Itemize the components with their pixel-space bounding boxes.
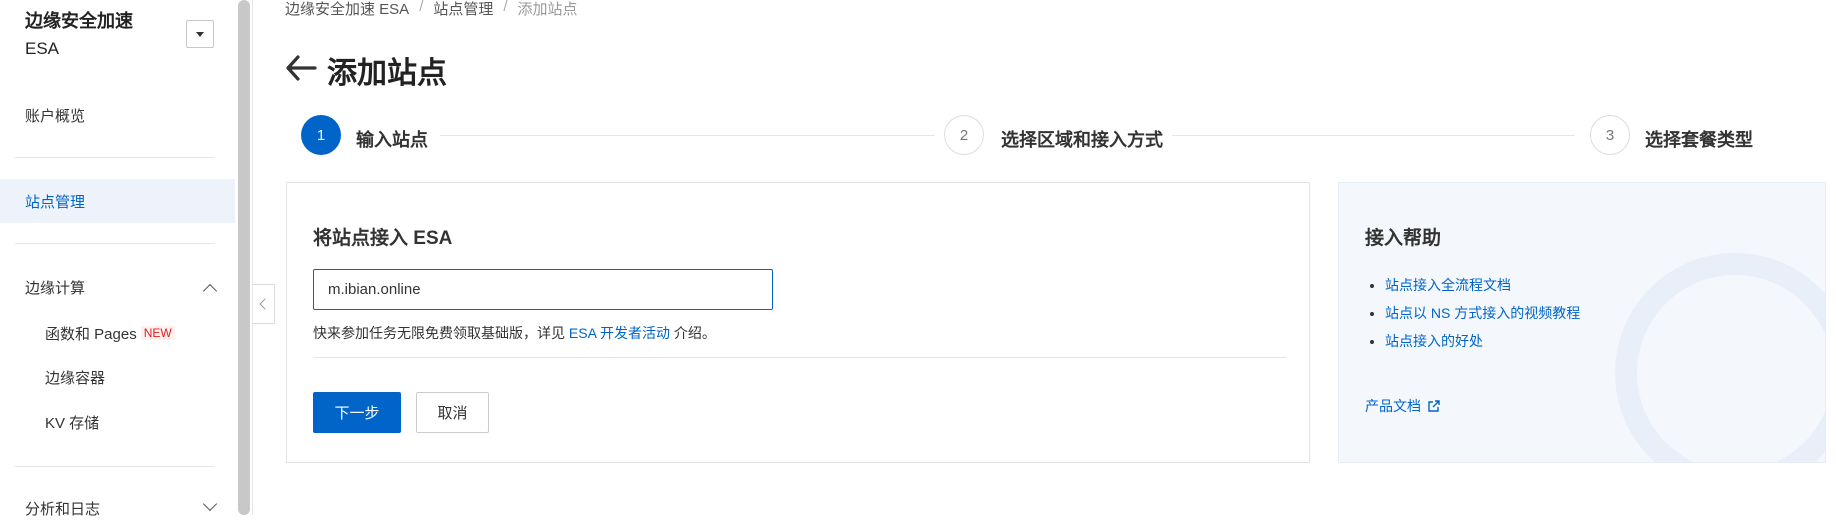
sidebar: 边缘安全加速 ESA 账户概览 站点管理 边缘计算 函数和 Pages NEW … — [0, 0, 237, 518]
hint-text: 快来参加任务无限免费领取基础版，详见 — [313, 325, 565, 341]
external-link-icon — [1427, 399, 1440, 413]
help-title: 接入帮助 — [1365, 228, 1442, 249]
step-number: 3 — [1605, 126, 1615, 144]
step-3-label: 选择套餐类型 — [1645, 130, 1753, 150]
sidebar-item-label: 函数和 Pages — [45, 325, 137, 343]
card-divider — [313, 357, 1286, 358]
help-link-benefits[interactable]: 站点接入的好处 — [1385, 333, 1483, 349]
step-number: 1 — [316, 126, 326, 144]
brand-line-2: ESA — [25, 39, 60, 58]
step-connector — [440, 135, 935, 136]
sidebar-divider — [15, 157, 215, 158]
sidebar-item-label: 分析和日志 — [25, 500, 101, 518]
sidebar-item-label: 边缘计算 — [25, 279, 86, 297]
caret-down-icon — [196, 31, 204, 37]
sidebar-item-site-management[interactable]: 站点管理 — [0, 179, 235, 223]
page-title: 添加站点 — [327, 57, 447, 90]
developer-activity-link[interactable]: ESA 开发者活动 — [569, 325, 670, 341]
breadcrumb: 边缘安全加速 ESA / 站点管理 / 添加站点 — [285, 0, 578, 19]
sidebar-scrollbar[interactable] — [238, 0, 250, 515]
breadcrumb-separator: / — [503, 0, 508, 15]
list-item: 站点接入全流程文档 — [1385, 271, 1580, 299]
help-link-ns-video[interactable]: 站点以 NS 方式接入的视频教程 — [1385, 305, 1580, 321]
step-connector — [1172, 135, 1575, 136]
add-site-card: 将站点接入 ESA 快来参加任务无限免费领取基础版，详见 ESA 开发者活动 介… — [286, 182, 1310, 463]
product-docs-link[interactable]: 产品文档 — [1365, 396, 1440, 416]
next-step-button[interactable]: 下一步 — [313, 392, 401, 433]
brand-title: 边缘安全加速 ESA — [25, 8, 133, 62]
promo-hint: 快来参加任务无限免费领取基础版，详见 ESA 开发者活动 介绍。 — [313, 323, 716, 343]
breadcrumb-root-link[interactable]: 边缘安全加速 ESA — [285, 0, 409, 19]
help-link-full-guide[interactable]: 站点接入全流程文档 — [1385, 277, 1511, 293]
sidebar-item-label: 边缘容器 — [45, 369, 106, 387]
help-panel: 接入帮助 站点接入全流程文档 站点以 NS 方式接入的视频教程 站点接入的好处 … — [1338, 182, 1826, 463]
chevron-left-icon — [259, 298, 271, 310]
sidebar-item-label: 站点管理 — [25, 193, 86, 211]
product-docs-label: 产品文档 — [1365, 398, 1421, 414]
new-badge: NEW — [140, 326, 175, 340]
step-number: 2 — [959, 126, 969, 144]
step-3-indicator: 3 — [1590, 115, 1630, 155]
chevron-up-icon — [202, 283, 218, 299]
page-header: 添加站点 — [285, 48, 447, 92]
breadcrumb-separator: / — [419, 0, 424, 15]
brand-line-1: 边缘安全加速 — [25, 11, 133, 31]
card-title: 将站点接入 ESA — [313, 228, 453, 249]
sidebar-divider — [15, 243, 215, 244]
sidebar-border — [252, 0, 253, 515]
list-item: 站点接入的好处 — [1385, 327, 1580, 355]
sidebar-item-label: 账户概览 — [25, 107, 86, 125]
list-item: 站点以 NS 方式接入的视频教程 — [1385, 299, 1580, 327]
step-1-indicator: 1 — [301, 115, 341, 155]
sidebar-item-label: KV 存储 — [45, 414, 100, 432]
chevron-down-icon — [202, 496, 218, 512]
sidebar-collapse-button[interactable] — [253, 284, 275, 324]
sidebar-group-analytics[interactable]: 分析和日志 — [0, 486, 235, 530]
sidebar-item-functions-pages[interactable]: 函数和 Pages NEW — [0, 311, 235, 355]
sidebar-item-overview[interactable]: 账户概览 — [0, 93, 235, 137]
breadcrumb-parent-link[interactable]: 站点管理 — [433, 0, 493, 19]
step-2-label: 选择区域和接入方式 — [1001, 130, 1163, 150]
step-1-label: 输入站点 — [356, 130, 428, 150]
sidebar-group-edge-compute[interactable]: 边缘计算 — [0, 265, 235, 309]
back-arrow-icon[interactable] — [285, 54, 317, 87]
question-watermark-icon — [1615, 253, 1825, 462]
hint-suffix: 介绍。 — [673, 325, 716, 341]
cancel-button[interactable]: 取消 — [416, 392, 489, 433]
step-2-indicator: 2 — [944, 115, 984, 155]
sidebar-divider — [15, 466, 215, 467]
help-link-list: 站点接入全流程文档 站点以 NS 方式接入的视频教程 站点接入的好处 — [1365, 271, 1580, 355]
sidebar-item-kv-storage[interactable]: KV 存储 — [0, 400, 235, 444]
breadcrumb-current: 添加站点 — [517, 1, 578, 18]
sidebar-item-edge-containers[interactable]: 边缘容器 — [0, 355, 235, 399]
product-switcher-dropdown[interactable] — [186, 20, 214, 48]
site-domain-input[interactable] — [313, 269, 773, 310]
